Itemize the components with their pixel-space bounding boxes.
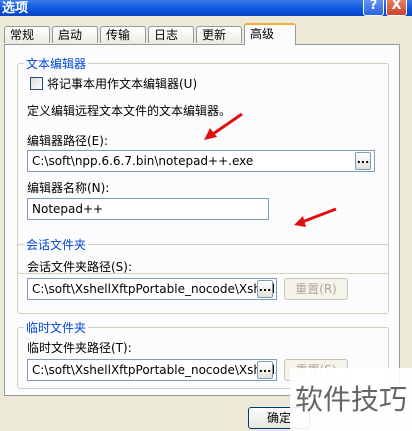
editor-path-browse-button[interactable]: ... <box>355 152 371 170</box>
help-button[interactable]: ? <box>363 0 384 16</box>
tab-transfer[interactable]: 传输 <box>100 26 146 43</box>
tab-panel-advanced: 文本编辑器 将记事本用作文本编辑器(U) 定义编辑远程文本文件的文本编辑器。 编… <box>4 44 400 396</box>
tab-update[interactable]: 更新 <box>196 26 242 43</box>
session-folder-path-label: 会话文件夹路径(S): <box>27 260 133 274</box>
use-notepad-label: 将记事本用作文本编辑器(U) <box>47 77 198 91</box>
editor-name-label: 编辑器名称(N): <box>27 181 110 195</box>
title-bar: 选项 ? X <box>0 0 412 16</box>
close-button[interactable]: X <box>386 0 407 16</box>
window-title: 选项 <box>2 1 29 16</box>
temp-folder-path-label: 临时文件夹路径(T): <box>27 341 132 355</box>
session-folder-group: 会话文件夹 会话文件夹路径(S): C:\soft\XshellXftpPort… <box>17 236 389 314</box>
text-editor-group-title: 文本编辑器 <box>24 55 89 72</box>
annotation-arrow-icon <box>294 207 337 227</box>
session-folder-group-title: 会话文件夹 <box>24 236 89 253</box>
tab-startup[interactable]: 启动 <box>52 26 98 43</box>
session-folder-reset-button[interactable]: 重置(R) <box>284 278 348 300</box>
editor-path-input[interactable]: C:\soft\npp.6.6.7.bin\notepad++.exe <box>27 150 375 172</box>
session-folder-browse-button[interactable]: ... <box>257 280 273 298</box>
tab-log[interactable]: 日志 <box>148 26 194 43</box>
temp-folder-path-input[interactable]: C:\soft\XshellXftpPortable_nocode\Xshell… <box>27 359 277 381</box>
temp-folder-group-title: 临时文件夹 <box>24 319 89 336</box>
annotation-arrow-icon <box>204 112 243 140</box>
watermark: 软件技巧 <box>290 368 412 431</box>
tab-advanced[interactable]: 高级 <box>244 23 296 45</box>
tab-general[interactable]: 常规 <box>4 26 50 43</box>
editor-name-input[interactable]: Notepad++ <box>27 198 269 220</box>
temp-folder-browse-button[interactable]: ... <box>257 361 273 379</box>
editor-path-label: 编辑器路径(E): <box>27 134 108 148</box>
use-notepad-checkbox[interactable] <box>30 77 43 90</box>
session-folder-path-input[interactable]: C:\soft\XshellXftpPortable_nocode\Xshell… <box>27 278 277 300</box>
